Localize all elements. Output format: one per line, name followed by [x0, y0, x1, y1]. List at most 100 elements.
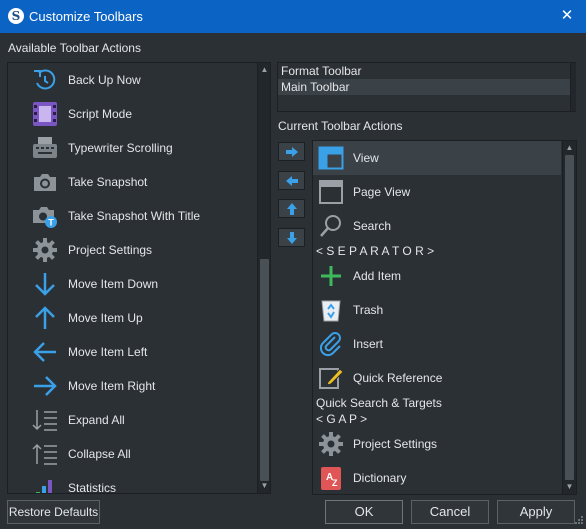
- window-title: Customize Toolbars: [29, 9, 143, 24]
- available-actions-heading: Available Toolbar Actions: [8, 41, 141, 55]
- arrow-left-icon: [30, 339, 60, 365]
- backup-icon: [30, 67, 60, 93]
- restore-defaults-button[interactable]: Restore Defaults: [7, 500, 100, 524]
- list-item-project-settings[interactable]: Project Settings: [313, 427, 561, 461]
- item-label: Add Item: [353, 269, 402, 283]
- page-view-icon: [316, 179, 346, 205]
- list-item-move-item-down[interactable]: Move Item Down: [8, 267, 270, 301]
- available-list-scrollbar[interactable]: ▲ ▼: [257, 63, 270, 493]
- list-item-move-item-up[interactable]: Move Item Up: [8, 301, 270, 335]
- list-item-quick-reference[interactable]: Quick Reference: [313, 361, 561, 395]
- arrow-left-icon: [285, 175, 298, 186]
- scroll-up-arrow-icon[interactable]: ▲: [258, 63, 270, 77]
- arrow-up-icon: [30, 305, 60, 331]
- quick-reference-icon: [316, 365, 346, 391]
- item-label: Typewriter Scrolling: [68, 141, 173, 155]
- item-label: Statistics: [68, 481, 117, 494]
- scrollbar-thumb[interactable]: [565, 155, 574, 480]
- svg-text:T: T: [48, 218, 54, 228]
- list-item-script-mode[interactable]: Script Mode: [8, 97, 270, 131]
- item-label: Take Snapshot: [68, 175, 148, 189]
- current-list-scrollbar[interactable]: ▲ ▼: [562, 141, 576, 494]
- list-item-insert[interactable]: Insert: [313, 327, 561, 361]
- list-item-move-item-right[interactable]: Move Item Right: [8, 369, 270, 403]
- toolbar-selector-list[interactable]: Format Toolbar Main Toolbar: [277, 62, 576, 112]
- item-label: Move Item Up: [68, 311, 143, 325]
- available-actions-list[interactable]: Back Up Now Script Mode Typewriter Scrol…: [7, 62, 271, 494]
- apply-button[interactable]: Apply: [497, 500, 575, 524]
- item-label: Page View: [353, 185, 411, 199]
- separator-row[interactable]: < S E P A R A T O R >: [316, 244, 434, 258]
- gap-row[interactable]: < G A P >: [316, 412, 367, 426]
- item-label: Trash: [353, 303, 384, 317]
- item-label: Collapse All: [68, 447, 131, 461]
- current-actions-heading: Current Toolbar Actions: [278, 119, 403, 133]
- list-item-take-snapshot-with-title[interactable]: T Take Snapshot With Title: [8, 199, 270, 233]
- move-down-button[interactable]: [278, 228, 305, 247]
- arrow-right-icon: [30, 373, 60, 399]
- list-item-move-item-left[interactable]: Move Item Left: [8, 335, 270, 369]
- scrollbar-thumb[interactable]: [260, 259, 269, 481]
- close-button[interactable]: ✕: [552, 4, 582, 29]
- toolbar-option-format[interactable]: Format Toolbar: [278, 63, 570, 79]
- remove-from-toolbar-button[interactable]: [278, 171, 305, 190]
- ok-button[interactable]: OK: [325, 500, 403, 524]
- cancel-button[interactable]: Cancel: [411, 500, 489, 524]
- statistics-icon: [30, 475, 60, 493]
- item-label: Insert: [353, 337, 384, 351]
- list-item-collapse-all[interactable]: Collapse All: [8, 437, 270, 471]
- item-label: Back Up Now: [68, 73, 141, 87]
- svg-text:Z: Z: [332, 478, 338, 488]
- scroll-down-arrow-icon[interactable]: ▼: [258, 479, 270, 493]
- item-label: Script Mode: [68, 107, 133, 121]
- item-label: Move Item Left: [68, 345, 148, 359]
- collapse-all-icon: [30, 441, 60, 467]
- expand-all-icon: [30, 407, 60, 433]
- item-label: Search: [353, 219, 392, 233]
- item-label: View: [353, 151, 379, 165]
- script-mode-icon: [30, 101, 60, 127]
- quick-search-row[interactable]: Quick Search & Targets: [316, 396, 442, 410]
- title-bar: S Customize Toolbars ✕: [0, 0, 586, 33]
- item-label: Move Item Right: [68, 379, 156, 393]
- list-item-page-view[interactable]: Page View: [313, 175, 561, 209]
- current-actions-list[interactable]: View Page View Search < S E P A R A T O …: [312, 140, 577, 495]
- list-item-take-snapshot[interactable]: Take Snapshot: [8, 165, 270, 199]
- list-item-dictionary[interactable]: AZ Dictionary: [313, 461, 561, 494]
- gear-icon: [316, 431, 346, 457]
- arrow-right-icon: [285, 146, 298, 157]
- toolbar-option-main[interactable]: Main Toolbar: [278, 79, 570, 95]
- dictionary-icon: AZ: [316, 465, 346, 491]
- camera-icon: [30, 169, 60, 195]
- toolbar-list-scrollbar[interactable]: [570, 63, 576, 111]
- list-item-expand-all[interactable]: Expand All: [8, 403, 270, 437]
- view-icon: [316, 145, 346, 171]
- list-item-back-up-now[interactable]: Back Up Now: [8, 63, 270, 97]
- item-label: Project Settings: [68, 243, 153, 257]
- item-label: Expand All: [68, 413, 125, 427]
- arrow-down-icon: [30, 271, 60, 297]
- camera-title-icon: T: [30, 203, 60, 229]
- item-label: Dictionary: [353, 471, 407, 485]
- resize-grip-icon[interactable]: [574, 515, 584, 525]
- arrow-down-icon: [286, 231, 297, 244]
- item-label: Move Item Down: [68, 277, 159, 291]
- typewriter-icon: [30, 135, 60, 161]
- add-to-toolbar-button[interactable]: [278, 142, 305, 161]
- move-up-button[interactable]: [278, 199, 305, 218]
- list-item-project-settings[interactable]: Project Settings: [8, 233, 270, 267]
- list-item-view[interactable]: View: [313, 141, 561, 175]
- trash-icon: [316, 297, 346, 323]
- list-item-search[interactable]: Search: [313, 209, 561, 243]
- list-item-add-item[interactable]: Add Item: [313, 259, 561, 293]
- gear-icon: [30, 237, 60, 263]
- list-item-typewriter-scrolling[interactable]: Typewriter Scrolling: [8, 131, 270, 165]
- scroll-down-arrow-icon[interactable]: ▼: [563, 480, 576, 494]
- list-item-statistics[interactable]: Statistics: [8, 471, 270, 494]
- plus-icon: [316, 263, 346, 289]
- scroll-up-arrow-icon[interactable]: ▲: [563, 141, 576, 155]
- item-label: Quick Reference: [353, 371, 443, 385]
- list-item-trash[interactable]: Trash: [313, 293, 561, 327]
- arrow-up-icon: [286, 202, 297, 215]
- app-logo-icon: S: [8, 8, 24, 24]
